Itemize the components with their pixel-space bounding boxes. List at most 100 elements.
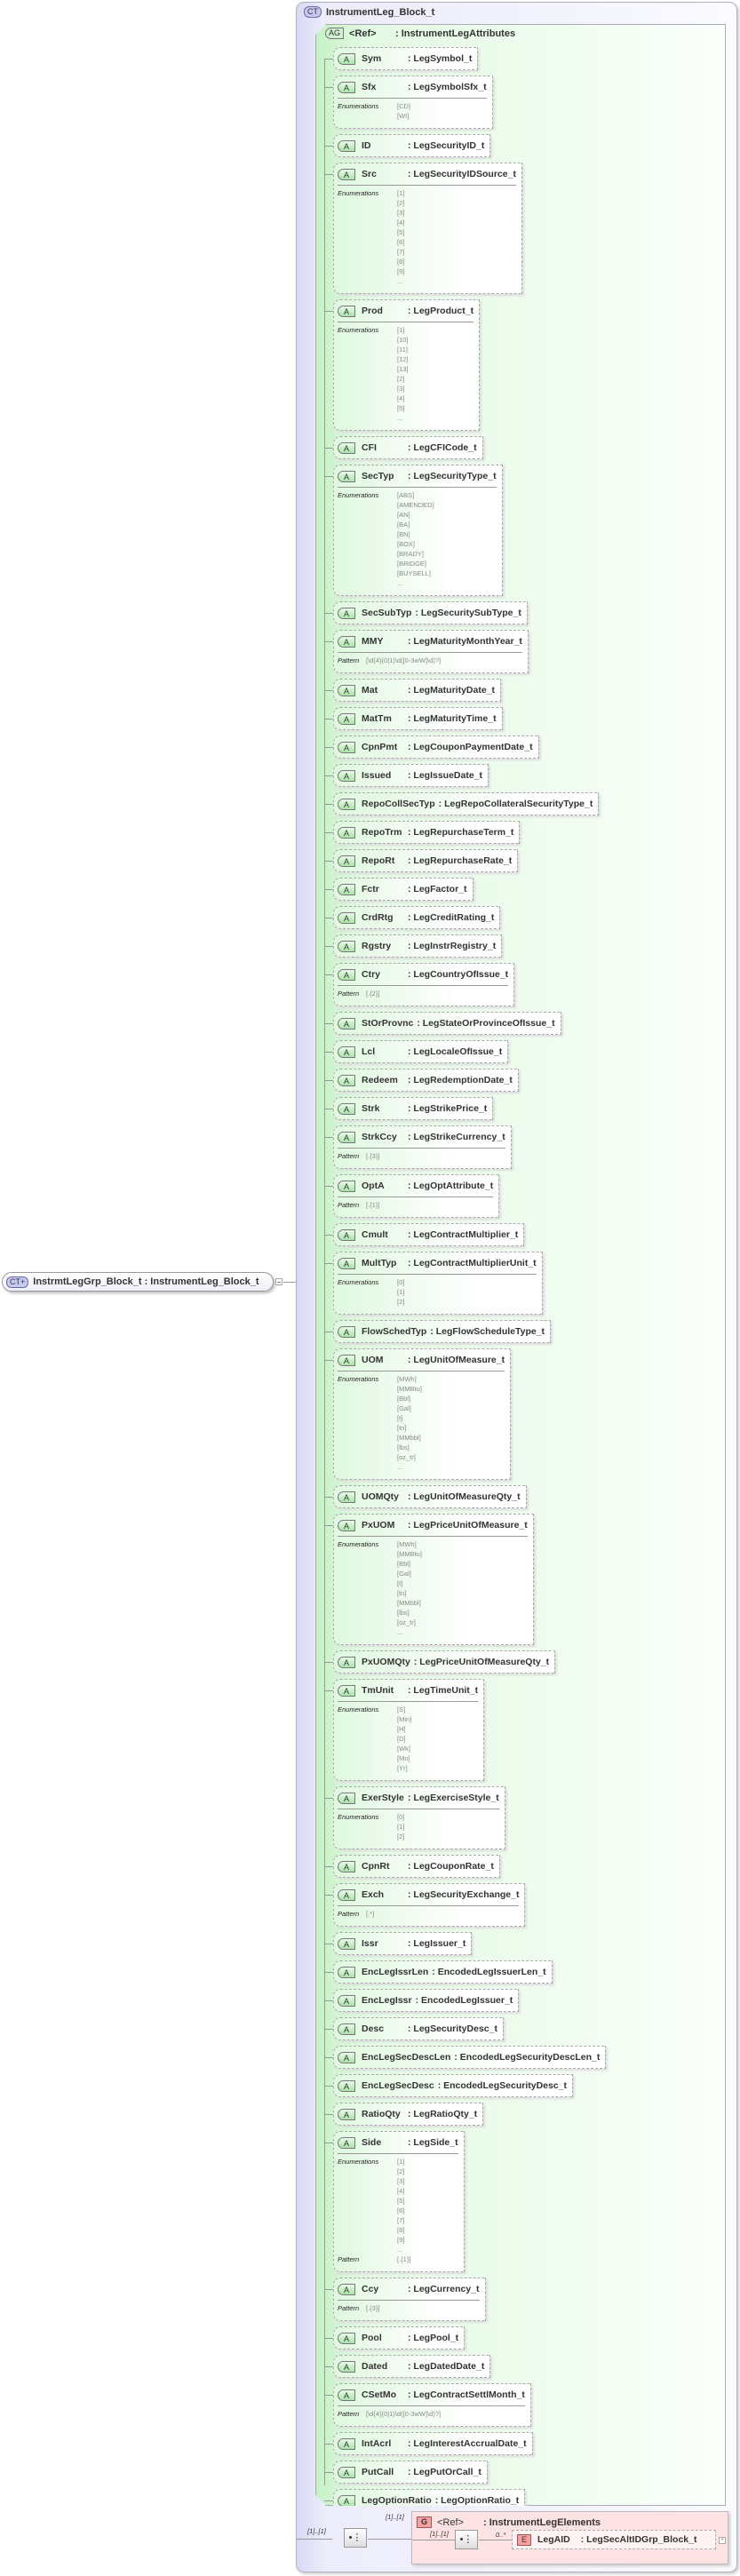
enumeration-value: [H] (397, 1725, 406, 1733)
attribute-name: Src (362, 169, 377, 179)
attribute-cfi[interactable]: A CFI: LegCFICode_t (333, 436, 483, 459)
connector (368, 2539, 411, 2540)
attribute-strkccy[interactable]: A StrkCcy: LegStrikeCurrency_t Pattern [.{3… (333, 1125, 512, 1169)
attribute-mat[interactable]: A Mat: LegMaturityDate_t (333, 679, 501, 702)
attribute-pool[interactable]: A Pool: LegPool_t (333, 2326, 465, 2349)
attribute-intacrl[interactable]: A IntAcrl: LegInterestAccrualDate_t (333, 2432, 533, 2455)
attribute-enclegissrlen[interactable]: A EncLegIssrLen: EncodedLegIssuerLen_t (333, 1960, 553, 1984)
attribute-name: EncLegSecDescLen (362, 2052, 451, 2063)
enumeration-value: [lbs] (397, 1609, 410, 1617)
attribute-exch[interactable]: A Exch: LegSecurityExchange_t Pattern [.*] (333, 1883, 525, 1927)
enumeration-value: [MWh] (397, 1540, 417, 1548)
attribute-enclegsecdesclen[interactable]: A EncLegSecDescLen: EncodedLegSecurityDes… (333, 2046, 606, 2069)
enumeration-value: [5] (397, 2197, 405, 2205)
enumeration-value: [Gal] (397, 1404, 411, 1412)
attribute-lcl[interactable]: A Lcl: LegLocaleOfIssue_t (333, 1040, 508, 1063)
attribute-redeem[interactable]: A Redeem: LegRedemptionDate_t (333, 1069, 519, 1092)
attribute-pxuomqty[interactable]: A PxUOMQty: LegPriceUnitOfMeasureQty_t (333, 1650, 555, 1674)
facets: Pattern [.{1}] (338, 1197, 493, 1217)
attribute-repocollsectyp[interactable]: A RepoCollSecTyp: LegRepoCollateralSecuri… (333, 792, 599, 815)
attribute-ccy[interactable]: A Ccy: LegCurrency_t Pattern [.{3}] (333, 2278, 486, 2321)
enumeration-value: [BRADY] (397, 550, 425, 558)
collapse-toggle[interactable] (275, 1278, 282, 1285)
enumeration-value: ... (397, 1628, 403, 1636)
attribute-dated[interactable]: A Dated: LegDatedDate_t (333, 2355, 490, 2378)
attribute-header: A RepoTrm: LegRepurchaseTerm_t (338, 822, 513, 843)
attribute-enclegissr[interactable]: A EncLegIssr: EncodedLegIssuer_t (333, 1989, 519, 2012)
attribute-type: : LegContractSettlMonth_t (408, 2389, 525, 2400)
enumeration-value: [7] (397, 2216, 405, 2224)
attribute-ratioqty[interactable]: A RatioQty: LegRatioQty_t (333, 2103, 483, 2126)
attribute-putcall[interactable]: A PutCall: LegPutOrCall_t (333, 2461, 488, 2484)
attribute-name: Side (362, 2137, 382, 2148)
attribute-exerstyle[interactable]: A ExerStyle: LegExerciseStyle_t Enumeratio… (333, 1786, 505, 1849)
attribute-sfx[interactable]: A Sfx: LegSymbolSfx_t Enumerations [CD] [WI] (333, 76, 493, 129)
attribute-name: Sfx (362, 82, 377, 92)
attribute-pxuom[interactable]: A PxUOM: LegPriceUnitOfMeasure_t Enumerati… (333, 1514, 534, 1645)
pattern-value: [.{3}] (366, 2304, 380, 2312)
attribute-legoptionratio[interactable]: A LegOptionRatio: LegOptionRatio_t (333, 2489, 525, 2512)
attribute-uom[interactable]: A UOM: LegUnitOfMeasure_t Enumerations [MWh… (333, 1348, 511, 1480)
group-box[interactable]: G <Ref> : InstrumentLegElements [1]..[1]… (411, 2511, 728, 2564)
attribute-name: Redeem (362, 1075, 398, 1085)
attribute-type: : LegUnitOfMeasure_t (408, 1355, 505, 1365)
attribute-issr[interactable]: A Issr: LegIssuer_t (333, 1932, 472, 1955)
enumeration-value: ... (397, 579, 403, 587)
facets: Enumerations [ABS] [AMENDED] [AN] [BA] [BN] [B… (338, 487, 497, 595)
attribute-mattm[interactable]: A MatTm: LegMaturityTime_t (333, 707, 503, 730)
enumerations-label: Enumerations (338, 1278, 379, 1286)
attribute-strk[interactable]: A Strk: LegStrikePrice_t (333, 1097, 493, 1120)
attribute-header: A MMY: LegMaturityMonthYear_t (338, 631, 522, 652)
attribute-side[interactable]: A Side: LegSide_t Enumerations [1] [2] [3] [4]… (333, 2131, 465, 2272)
attribute-storprovnc[interactable]: A StOrProvnc: LegStateOrProvinceOfIssue_t (333, 1012, 561, 1035)
complex-type-box: CT InstrumentLeg_Block_t A G <Ref> : Inst… (296, 2, 737, 2572)
expand-icon[interactable]: + (719, 2537, 726, 2544)
pattern-label: Pattern (338, 2255, 360, 2263)
attribute-header: A EncLegIssrLen: EncodedLegIssuerLen_t (338, 1961, 546, 1983)
attribute-icon: A (338, 884, 355, 895)
attribute-header: A Mat: LegMaturityDate_t (338, 680, 495, 701)
attribute-report[interactable]: A RepoRt: LegRepurchaseRate_t (333, 849, 518, 872)
attribute-fctr[interactable]: A Fctr: LegFactor_t (333, 878, 473, 901)
attribute-header: A MatTm: LegMaturityTime_t (338, 708, 497, 729)
attribute-cmult[interactable]: A Cmult: LegContractMultiplier_t (333, 1223, 524, 1246)
group-icon: G (417, 2516, 433, 2528)
attribute-sym[interactable]: A Sym: LegSymbol_t (333, 47, 478, 70)
attribute-type: : LegCouponRate_t (408, 1861, 494, 1872)
sequence-icon[interactable]: •⋮ (455, 2530, 478, 2549)
attribute-secsubtyp[interactable]: A SecSubTyp: LegSecuritySubType_t (333, 601, 528, 624)
attribute-opta[interactable]: A OptA: LegOptAttribute_t Pattern [.{1}] (333, 1174, 499, 1218)
attribute-issued[interactable]: A Issued: LegIssueDate_t (333, 764, 489, 787)
attribute-repotrm[interactable]: A RepoTrm: LegRepurchaseTerm_t (333, 821, 520, 844)
attribute-header: A Prod: LegProduct_t (338, 300, 473, 322)
attribute-uomqty[interactable]: A UOMQty: LegUnitOfMeasureQty_t (333, 1485, 527, 1508)
attribute-flowschedtyp[interactable]: A FlowSchedTyp: LegFlowScheduleType_t (333, 1320, 551, 1343)
root-complex-type[interactable]: CT+ InstrmtLegGrp_Block_t : InstrumentLe… (2, 1272, 274, 1292)
enumeration-value: [5] (397, 228, 405, 236)
complex-type-title: CT InstrumentLeg_Block_t (304, 6, 434, 18)
sequence-icon[interactable]: •⋮ (344, 2528, 367, 2548)
attribute-crdrtg[interactable]: A CrdRtg: LegCreditRating_t (333, 906, 500, 929)
attribute-cpnpmt[interactable]: A CpnPmt: LegCouponPaymentDate_t (333, 735, 539, 759)
attribute-tmunit[interactable]: A TmUnit: LegTimeUnit_t Enumerations [S] [Mi… (333, 1679, 484, 1781)
attribute-src[interactable]: A Src: LegSecurityIDSource_t Enumerations [… (333, 163, 522, 294)
attribute-cpnrt[interactable]: A CpnRt: LegCouponRate_t (333, 1855, 500, 1878)
group-title: G <Ref> : InstrumentLegElements (417, 2516, 601, 2528)
enumeration-value: [CD] (397, 102, 410, 110)
attribute-rgstry[interactable]: A Rgstry: LegInstrRegistry_t (333, 934, 502, 958)
attribute-sectyp[interactable]: A SecTyp: LegSecurityType_t Enumerations [A… (333, 465, 503, 596)
element-legaid[interactable]: E LegAID : LegSecAltIDGrp_Block_t + (512, 2530, 726, 2549)
attribute-icon: A (338, 1018, 355, 1030)
attribute-multtyp[interactable]: A MultTyp: LegContractMultiplierUnit_t Enu… (333, 1252, 543, 1315)
enumeration-value: [4] (397, 394, 405, 402)
attribute-name: SecTyp (362, 471, 394, 481)
attribute-csetmo[interactable]: A CSetMo: LegContractSettlMonth_t Pattern [… (333, 2383, 531, 2427)
attribute-mmy[interactable]: A MMY: LegMaturityMonthYear_t Pattern [\d{4… (333, 630, 529, 673)
attribute-prod[interactable]: A Prod: LegProduct_t Enumerations [1] [10] [1… (333, 299, 480, 431)
attribute-desc[interactable]: A Desc: LegSecurityDesc_t (333, 2017, 504, 2040)
attribute-ctry[interactable]: A Ctry: LegCountryOfIssue_t Pattern [.{2}] (333, 963, 514, 1006)
attribute-id[interactable]: A ID: LegSecurityID_t (333, 134, 490, 157)
attribute-enclegsecdesc[interactable]: A EncLegSecDesc: EncodedLegSecurityDesc_t (333, 2074, 573, 2097)
attribute-name: Ctry (362, 969, 381, 980)
attribute-header: A OptA: LegOptAttribute_t (338, 1175, 493, 1197)
